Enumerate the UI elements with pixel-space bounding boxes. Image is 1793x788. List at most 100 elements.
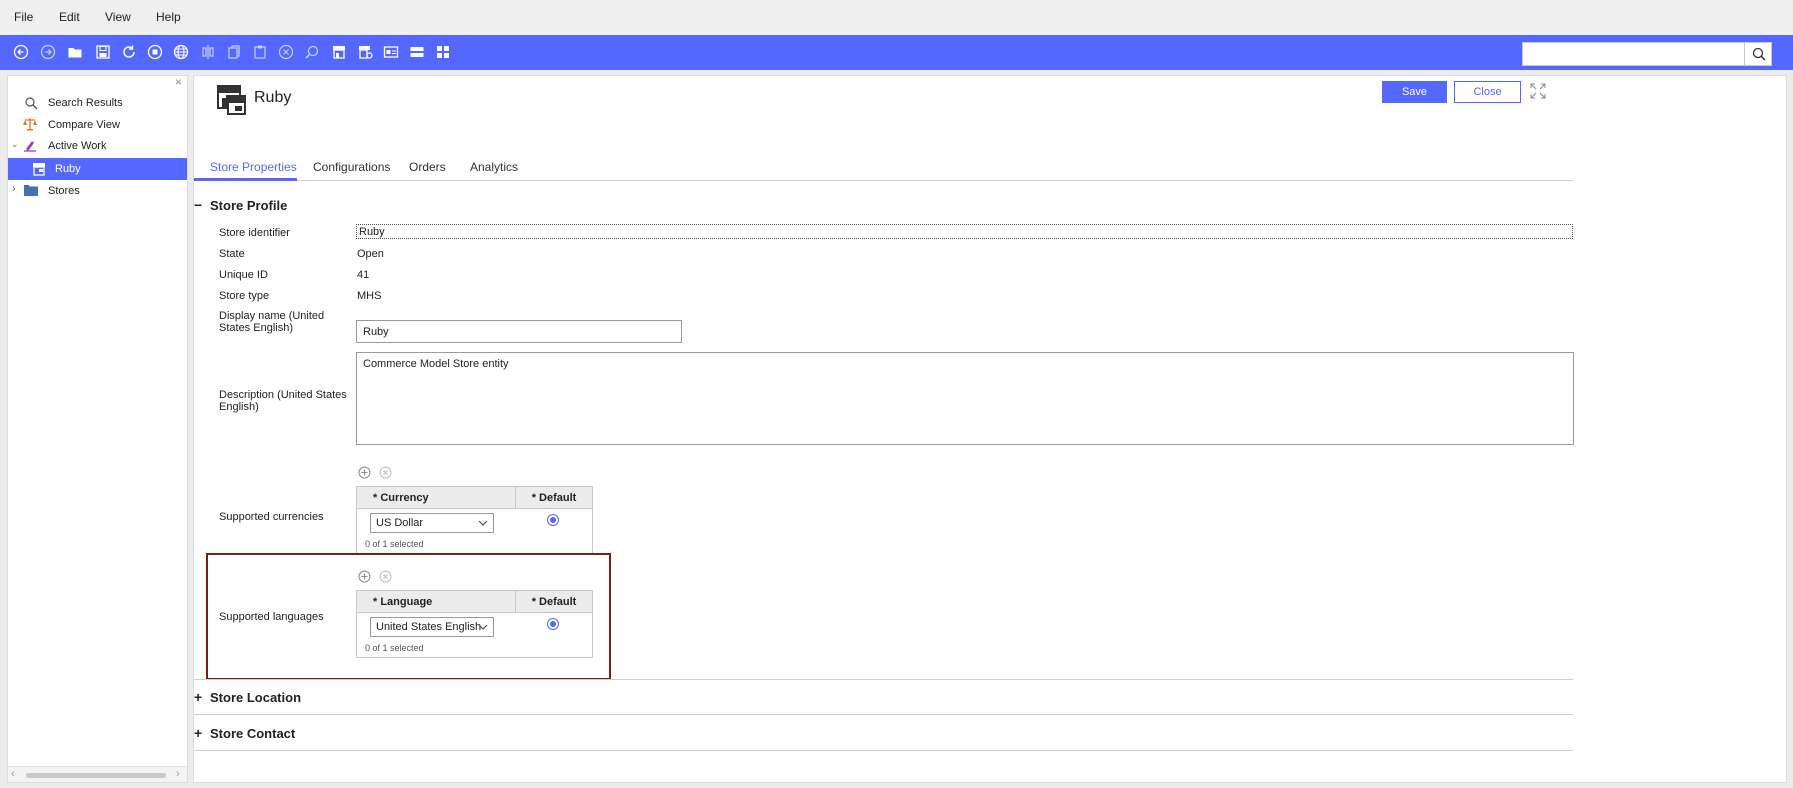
nav-item-label: Stores [48,185,80,197]
expand-icon: + [194,725,203,741]
page-title: Ruby [254,89,292,106]
store-icon [31,161,47,177]
display-name-label: Display name (United States English) [219,310,325,334]
close-icon[interactable]: × [175,75,182,89]
section-store-profile-header[interactable]: − Store Profile [194,197,287,213]
store-type-label: Store type [219,290,270,302]
menu-edit[interactable]: Edit [59,10,80,24]
state-value: Open [357,248,384,260]
languages-table: * Language * Default United States Engli… [356,590,593,658]
remove-currency-button[interactable] [379,466,392,479]
open-folder-icon[interactable] [67,44,83,60]
unique-id-label: Unique ID [219,269,268,281]
nav-item-stores[interactable]: › Stores [8,180,187,202]
navigator-panel: × Search Results Compare View ⌄ Active W… [7,75,188,783]
supported-currencies-label: Supported currencies [219,511,324,523]
paste-icon[interactable] [252,44,268,60]
remove-language-button[interactable] [379,570,392,583]
default-column-header: * Default [515,591,592,613]
editor-panel: Ruby Save Close Store Properties Configu… [193,75,1787,783]
section-title: Store Location [210,690,302,705]
language-column-header: * Language [357,591,515,613]
find-icon[interactable] [304,44,320,60]
currencies-table: * Currency * Default US Dollar 0 of 1 se… [356,486,593,554]
store-identifier-label: Store identifier [219,227,290,239]
nav-item-label: Active Work [48,140,107,152]
split-icon[interactable] [200,44,216,60]
section-store-location-header[interactable]: + Store Location [194,689,301,705]
section-title: Store Profile [210,198,288,213]
layout-icon[interactable] [409,44,425,60]
description-textarea[interactable]: Commerce Model Store entity [356,352,1574,445]
search-icon [24,96,38,110]
language-select-value: United States English [376,621,482,633]
toolbar-search-input[interactable] [1523,43,1745,65]
chevron-down-icon [477,621,489,633]
compare-icon [22,117,38,131]
save-icon[interactable] [95,44,111,60]
supported-languages-label: Supported languages [219,611,324,623]
scroll-left-icon[interactable]: ‹ [11,768,15,780]
description-label: Description (United States English) [219,389,347,413]
nav-item-label: Ruby [55,163,81,175]
refresh-icon[interactable] [121,44,137,60]
currency-select[interactable]: US Dollar [370,513,494,533]
save-button[interactable]: Save [1382,81,1447,103]
tab-configurations[interactable]: Configurations [313,160,390,174]
toolbar [0,35,1793,70]
currency-selection-count: 0 of 1 selected [365,539,424,549]
active-tab-indicator [194,178,297,181]
menu-bar: File Edit View Help [0,0,1793,35]
collapse-icon: − [194,197,203,213]
stop-icon[interactable] [147,44,163,60]
tab-orders[interactable]: Orders [409,160,446,174]
section-store-contact-header[interactable]: + Store Contact [194,725,295,741]
language-select[interactable]: United States English [370,617,494,637]
currency-column-header: * Currency [357,487,515,509]
add-language-button[interactable] [358,570,371,583]
expand-icon: + [194,689,203,705]
menu-view[interactable]: View [105,10,131,24]
nav-item-ruby[interactable]: Ruby [8,158,187,180]
store-icon[interactable] [331,44,347,60]
nav-item-compare-view[interactable]: Compare View [8,114,187,136]
currency-default-radio[interactable] [547,514,559,526]
add-currency-button[interactable] [358,466,371,479]
scroll-right-icon[interactable]: › [176,768,180,780]
store-identifier-value: Ruby [359,226,385,238]
language-selection-count: 0 of 1 selected [365,643,424,653]
image-icon[interactable] [383,44,399,60]
chevron-right-icon[interactable]: › [12,183,16,195]
nav-item-label: Compare View [48,119,120,131]
delete-icon[interactable] [278,44,294,60]
active-work-icon [23,138,37,152]
search-icon [1751,46,1767,62]
nav-item-search-results[interactable]: Search Results [8,92,187,114]
store-settings-icon[interactable] [357,44,373,60]
tab-bar-divider [194,180,1573,181]
store-type-value: MHS [357,290,382,302]
menu-file[interactable]: File [14,10,33,24]
section-divider [194,679,1573,680]
toolbar-search-button[interactable] [1744,42,1772,66]
close-button[interactable]: Close [1454,81,1521,103]
nav-item-active-work[interactable]: ⌄ Active Work [8,135,187,157]
chevron-down-icon[interactable]: ⌄ [11,139,19,150]
globe-icon[interactable] [173,44,189,60]
maximize-icon[interactable] [1530,83,1546,99]
back-icon[interactable] [13,44,29,60]
section-title: Store Contact [210,726,296,741]
language-default-radio[interactable] [547,618,559,630]
state-label: State [219,248,245,260]
store-identifier-field[interactable]: Ruby [356,224,1573,239]
default-column-header: * Default [515,487,592,509]
forward-icon[interactable] [40,44,56,60]
navigator-horizontal-scrollbar[interactable]: ‹ › [8,766,187,782]
display-name-input[interactable] [356,320,682,343]
tab-analytics[interactable]: Analytics [470,160,518,174]
scrollbar-thumb[interactable] [26,773,166,778]
tab-store-properties[interactable]: Store Properties [210,160,297,174]
grid-icon[interactable] [435,44,451,60]
menu-help[interactable]: Help [156,10,181,24]
copy-icon[interactable] [226,44,242,60]
